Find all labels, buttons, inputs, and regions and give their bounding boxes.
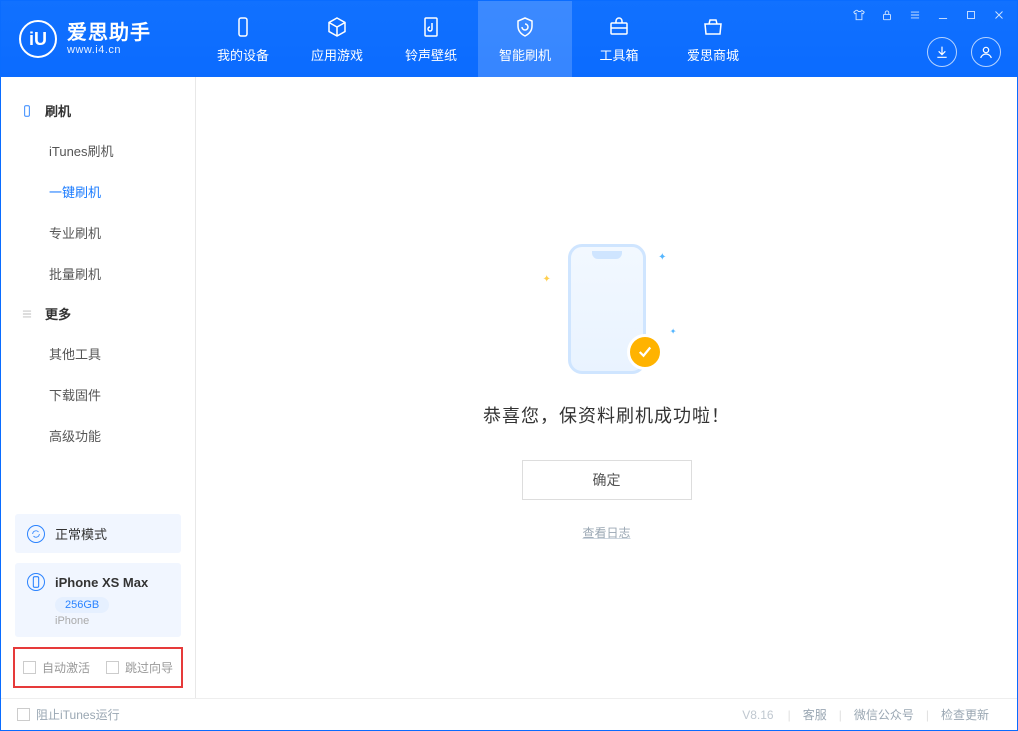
nav-tab-label: 爱思商城: [687, 45, 739, 64]
sidebar-item-other-tools[interactable]: 其他工具: [1, 333, 195, 374]
success-illustration: ✦ ✦ ✦: [507, 234, 707, 384]
shirt-icon[interactable]: [851, 7, 867, 23]
list-icon: [19, 306, 35, 322]
footer-link-support[interactable]: 客服: [791, 706, 839, 723]
main-content: ✦ ✦ ✦ 恭喜您，保资料刷机成功啦！ 确定 查看日志: [196, 77, 1017, 698]
lock-icon[interactable]: [879, 7, 895, 23]
store-icon: [700, 15, 726, 39]
sparkle-icon: ✦: [658, 252, 666, 263]
checkbox-icon: [17, 708, 30, 721]
device-name: iPhone XS Max: [55, 575, 148, 590]
checkbox-label: 自动激活: [42, 659, 90, 676]
menu-icon[interactable]: [907, 7, 923, 23]
nav-tab-smart-flash[interactable]: 智能刷机: [478, 1, 572, 77]
nav-tab-label: 铃声壁纸: [405, 45, 457, 64]
checkbox-skip-guide[interactable]: 跳过向导: [106, 659, 173, 676]
sidebar-item-one-click-flash[interactable]: 一键刷机: [1, 171, 195, 212]
refresh-icon: [27, 525, 45, 543]
device-type: iPhone: [55, 615, 169, 627]
nav-tab-apps-games[interactable]: 应用游戏: [290, 1, 384, 77]
sidebar-item-advanced-features[interactable]: 高级功能: [1, 415, 195, 456]
footer-link-check-update[interactable]: 检查更新: [929, 706, 1001, 723]
cube-icon: [324, 15, 350, 39]
sidebar-item-batch-flash[interactable]: 批量刷机: [1, 253, 195, 294]
sidebar-item-itunes-flash[interactable]: iTunes刷机: [1, 130, 195, 171]
logo: iU 爱思助手 www.i4.cn: [1, 20, 196, 58]
logo-badge-icon: iU: [19, 20, 57, 58]
checkbox-icon: [23, 661, 36, 674]
check-badge-icon: [627, 334, 663, 370]
phone-icon: [19, 103, 35, 119]
nav-tab-label: 应用游戏: [311, 45, 363, 64]
footer-link-wechat[interactable]: 微信公众号: [842, 706, 926, 723]
header: iU 爱思助手 www.i4.cn 我的设备 应用游戏 铃声壁纸 智能刷机: [1, 1, 1017, 77]
device-icon: [27, 573, 45, 591]
toolbox-icon: [606, 15, 632, 39]
sidebar: 刷机 iTunes刷机 一键刷机 专业刷机 批量刷机 更多 其他工具 下载固件 …: [1, 77, 196, 698]
sidebar-item-download-firmware[interactable]: 下载固件: [1, 374, 195, 415]
device-icon: [230, 15, 256, 39]
app-window: iU 爱思助手 www.i4.cn 我的设备 应用游戏 铃声壁纸 智能刷机: [0, 0, 1018, 731]
nav-tab-store[interactable]: 爱思商城: [666, 1, 760, 77]
nav-tabs: 我的设备 应用游戏 铃声壁纸 智能刷机 工具箱 爱思商城: [196, 1, 760, 77]
maximize-icon[interactable]: [963, 7, 979, 23]
checkbox-auto-activate[interactable]: 自动激活: [23, 659, 90, 676]
music-file-icon: [418, 15, 444, 39]
close-icon[interactable]: [991, 7, 1007, 23]
nav-tab-label: 工具箱: [599, 45, 638, 64]
sparkle-icon: ✦: [543, 274, 551, 285]
sidebar-item-pro-flash[interactable]: 专业刷机: [1, 212, 195, 253]
checkbox-icon: [106, 661, 119, 674]
shield-refresh-icon: [512, 15, 538, 39]
brand-name: 爱思助手: [67, 22, 151, 44]
checkbox-label: 阻止iTunes运行: [36, 706, 120, 723]
sidebar-group-more: 更多: [1, 294, 195, 333]
confirm-button[interactable]: 确定: [522, 460, 692, 500]
nav-tab-toolbox[interactable]: 工具箱: [572, 1, 666, 77]
nav-tab-label: 我的设备: [217, 45, 269, 64]
footer: 阻止iTunes运行 V8.16 | 客服 | 微信公众号 | 检查更新: [1, 698, 1017, 730]
download-button[interactable]: [927, 37, 957, 67]
device-mode-card[interactable]: 正常模式: [15, 514, 181, 553]
body: 刷机 iTunes刷机 一键刷机 专业刷机 批量刷机 更多 其他工具 下载固件 …: [1, 77, 1017, 698]
profile-button[interactable]: [971, 37, 1001, 67]
nav-tab-label: 智能刷机: [499, 45, 551, 64]
highlighted-options-row: 自动激活 跳过向导: [13, 647, 183, 688]
brand-url: www.i4.cn: [67, 44, 151, 56]
sidebar-group-flash: 刷机: [1, 91, 195, 130]
sidebar-group-label: 刷机: [45, 101, 71, 120]
sparkle-icon: ✦: [670, 327, 677, 336]
minimize-icon[interactable]: [935, 7, 951, 23]
nav-tab-my-device[interactable]: 我的设备: [196, 1, 290, 77]
header-actions: [927, 37, 1001, 67]
checkbox-block-itunes[interactable]: 阻止iTunes运行: [17, 706, 120, 723]
view-log-link[interactable]: 查看日志: [582, 524, 630, 541]
window-controls: [851, 7, 1007, 23]
version-label: V8.16: [742, 708, 773, 722]
device-storage-badge: 256GB: [55, 597, 109, 613]
device-mode-label: 正常模式: [55, 524, 107, 543]
device-card[interactable]: iPhone XS Max 256GB iPhone: [15, 563, 181, 637]
success-message: 恭喜您，保资料刷机成功啦！: [483, 402, 730, 428]
nav-tab-ringtones-wallpapers[interactable]: 铃声壁纸: [384, 1, 478, 77]
sidebar-group-label: 更多: [45, 304, 71, 323]
checkbox-label: 跳过向导: [125, 659, 173, 676]
